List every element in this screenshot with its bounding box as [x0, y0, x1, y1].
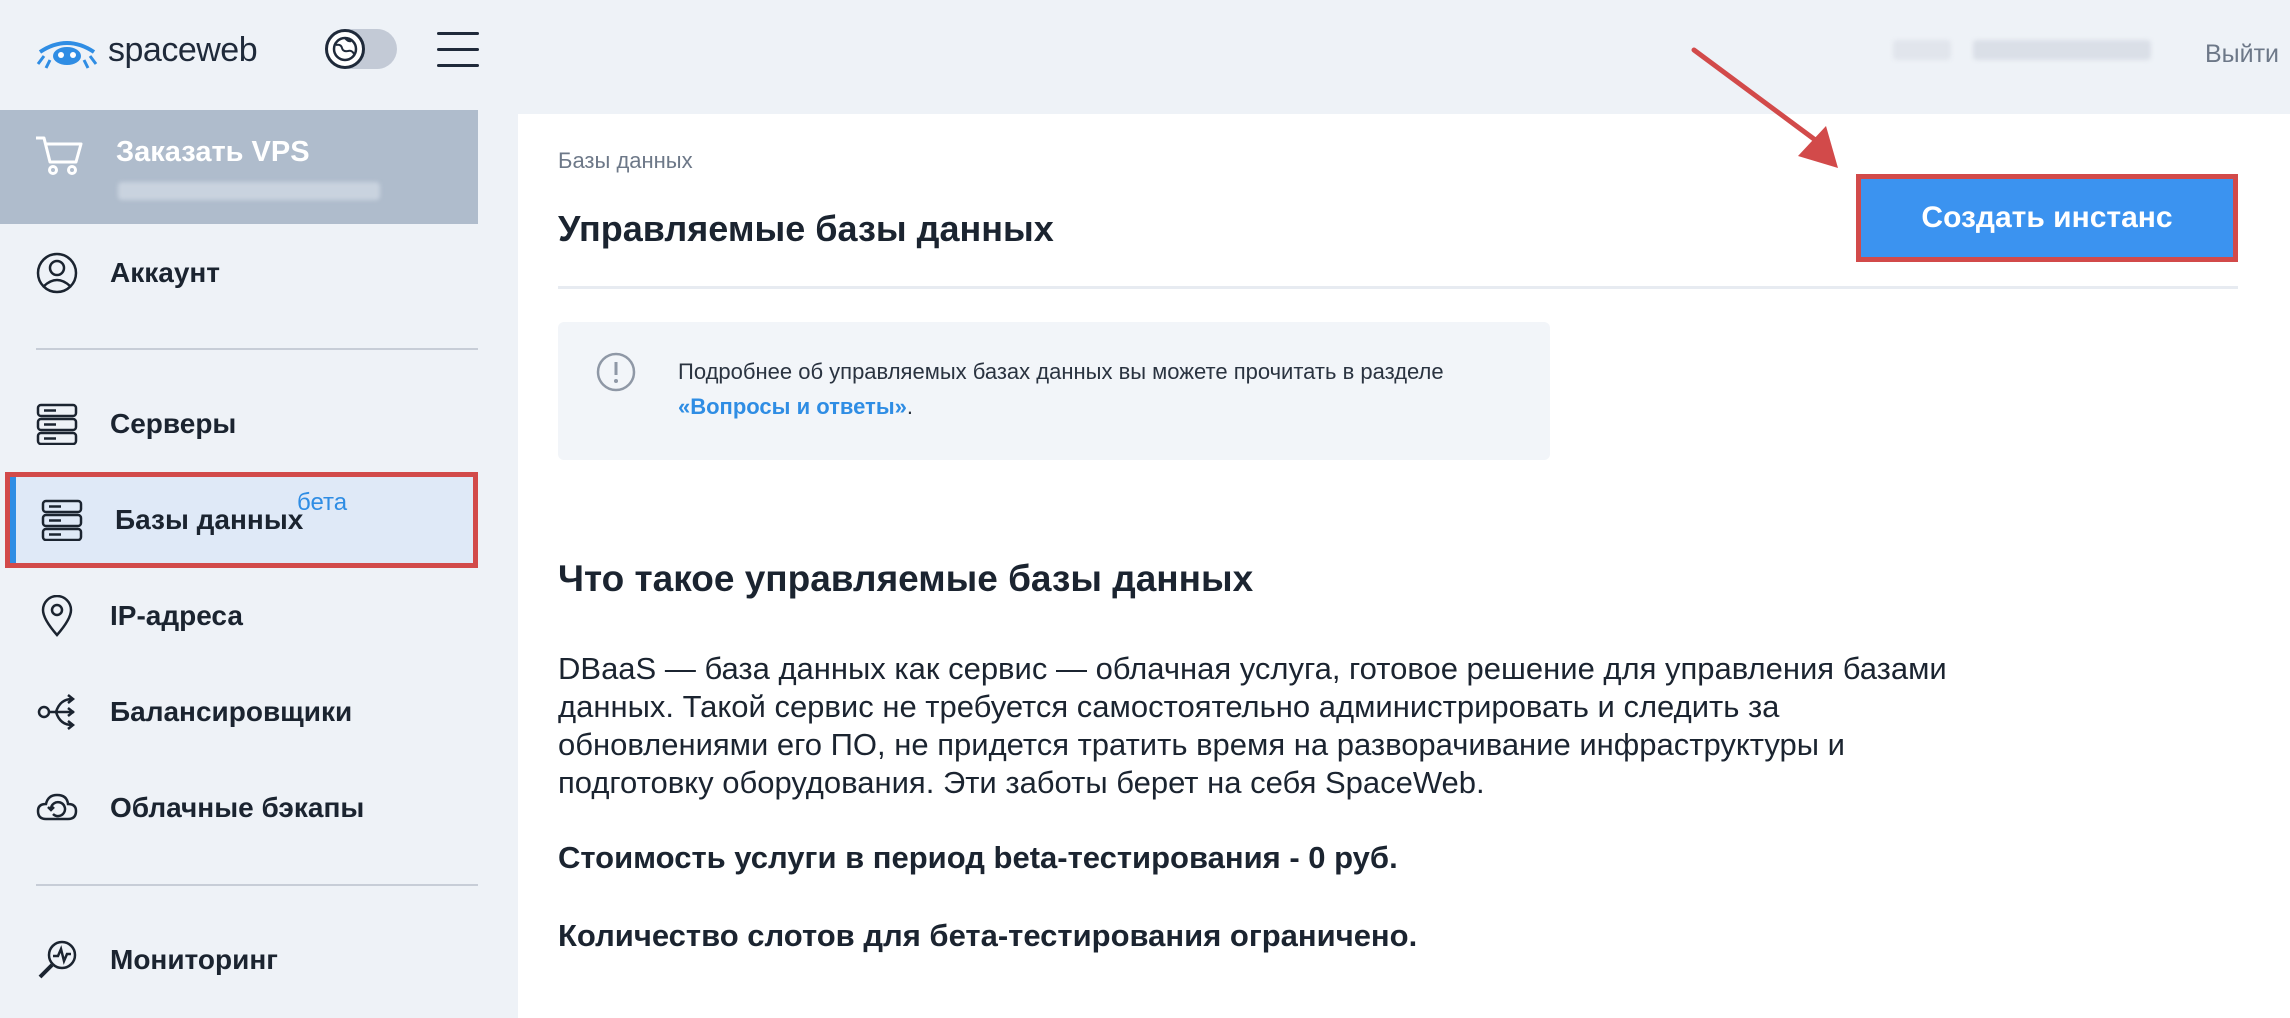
hamburger-menu-icon[interactable]: [437, 32, 479, 68]
monitoring-icon: [38, 940, 77, 979]
spaceweb-logo-icon: [36, 41, 98, 69]
faq-link[interactable]: «Вопросы и ответы»: [678, 394, 907, 419]
breadcrumb[interactable]: Базы данных: [558, 148, 693, 174]
sidebar-item-monitoring[interactable]: Мониторинг: [0, 920, 478, 1000]
exclamation-icon: [596, 352, 636, 392]
order-vps-button[interactable]: Заказать VPS: [0, 110, 478, 224]
sidebar-item-label: IP-адреса: [110, 600, 243, 631]
beta-badge: бета: [297, 489, 348, 516]
sidebar-item-label: Мониторинг: [110, 944, 278, 975]
main-panel: Базы данных Управляемые базы данных Созд…: [518, 114, 2290, 1018]
top-header: spaceweb Выйти: [0, 0, 2290, 100]
theme-toggle[interactable]: [325, 29, 397, 69]
logo[interactable]: spaceweb: [36, 30, 258, 70]
section-title: Что такое управляемые базы данных: [558, 558, 1254, 599]
sidebar-divider: [36, 348, 478, 350]
info-text-end: .: [906, 394, 913, 419]
server-icon: [36, 403, 78, 445]
order-vps-subtext-blurred: [118, 182, 380, 200]
info-text-body: Подробнее об управляемых базах данных вы…: [678, 359, 1444, 384]
theme-toggle-knob: [325, 29, 365, 69]
user-icon: [36, 252, 78, 294]
sidebar-item-label: Серверы: [110, 408, 237, 439]
slots-note: Количество слотов для бета-тестирования …: [558, 918, 1418, 953]
price-note: Стоимость услуги в период beta-тестирова…: [558, 840, 1398, 875]
user-name-blurred: [1973, 40, 2151, 60]
database-icon: [41, 499, 83, 541]
sidebar-item-ip[interactable]: IP-адреса: [0, 576, 478, 656]
logo-text: spaceweb: [108, 30, 258, 69]
title-divider: [558, 286, 2238, 289]
active-indicator: [10, 477, 16, 563]
create-instance-button[interactable]: Создать инстанс: [1856, 174, 2238, 262]
sidebar-item-balancers[interactable]: Балансировщики: [0, 672, 478, 752]
page-title: Управляемые базы данных: [558, 208, 1054, 249]
cart-icon: [36, 136, 83, 175]
sidebar-item-backups[interactable]: Облачные бэкапы: [0, 768, 478, 848]
info-text: Подробнее об управляемых базах данных вы…: [678, 354, 1458, 424]
sidebar: Заказать VPS Аккаунт Серверы Базы данных…: [0, 110, 478, 1018]
sidebar-item-label: Облачные бэкапы: [110, 792, 365, 823]
sidebar-item-label: Базы данных: [115, 504, 304, 535]
sidebar-item-account[interactable]: Аккаунт: [0, 233, 478, 313]
sidebar-divider: [36, 884, 478, 886]
user-info-blurred: [1893, 40, 1951, 60]
sidebar-item-servers[interactable]: Серверы: [0, 384, 478, 464]
annotation-arrow-icon: [1691, 47, 1838, 168]
globe-icon: [332, 36, 358, 62]
info-box: Подробнее об управляемых базах данных вы…: [558, 322, 1550, 460]
sidebar-item-databases[interactable]: Базы данных бета: [5, 472, 478, 568]
location-pin-icon: [41, 595, 73, 637]
sidebar-item-label: Балансировщики: [110, 696, 353, 727]
sidebar-item-label: Аккаунт: [110, 257, 221, 288]
cloud-backup-icon: [36, 793, 78, 821]
order-vps-label: Заказать VPS: [116, 136, 310, 168]
logout-link[interactable]: Выйти: [2205, 40, 2279, 69]
load-balancer-icon: [37, 694, 76, 730]
description-text: DBaaS — база данных как сервис — облачна…: [558, 651, 1947, 800]
